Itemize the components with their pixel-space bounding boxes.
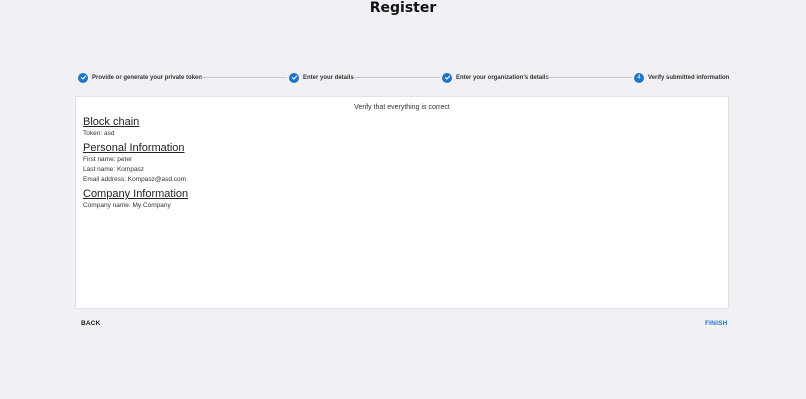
verify-card: Verify that everything is correct Block … <box>75 96 729 309</box>
step-connector <box>354 77 440 78</box>
blockchain-heading: Block chain <box>83 116 140 128</box>
check-icon <box>289 72 299 83</box>
email-value: Email address: Kompasz@asd.com <box>83 176 187 183</box>
step-organization-details[interactable]: Enter your organization's details <box>442 71 549 84</box>
check-icon <box>78 72 88 83</box>
company-info-heading: Company Information <box>83 188 189 200</box>
stepper: Provide or generate your private token E… <box>78 71 729 84</box>
step-number: 4 <box>634 72 644 83</box>
finish-button[interactable]: FINISH <box>705 320 728 327</box>
step-private-token[interactable]: Provide or generate your private token <box>78 71 202 84</box>
step-connector <box>200 77 287 78</box>
step-enter-details[interactable]: Enter your details <box>289 71 354 84</box>
step-label: Enter your organization's details <box>456 74 549 81</box>
step-label: Provide or generate your private token <box>92 74 203 81</box>
check-icon <box>442 72 452 83</box>
step-connector <box>546 77 632 78</box>
token-value: Token: asd <box>83 130 115 137</box>
last-name-value: Last name: Kompasz <box>83 166 145 173</box>
step-verify-information[interactable]: 4 Verify submitted information <box>634 71 729 84</box>
personal-info-heading: Personal Information <box>83 142 185 154</box>
step-label: Verify submitted information <box>648 74 730 81</box>
company-name-value: Company name: My Company <box>83 202 171 209</box>
verify-instructions: Verify that everything is correct <box>354 104 450 111</box>
back-button[interactable]: BACK <box>81 320 101 327</box>
page-title: Register <box>369 0 437 16</box>
step-label: Enter your details <box>303 74 354 81</box>
first-name-value: First name: peter <box>83 156 133 163</box>
